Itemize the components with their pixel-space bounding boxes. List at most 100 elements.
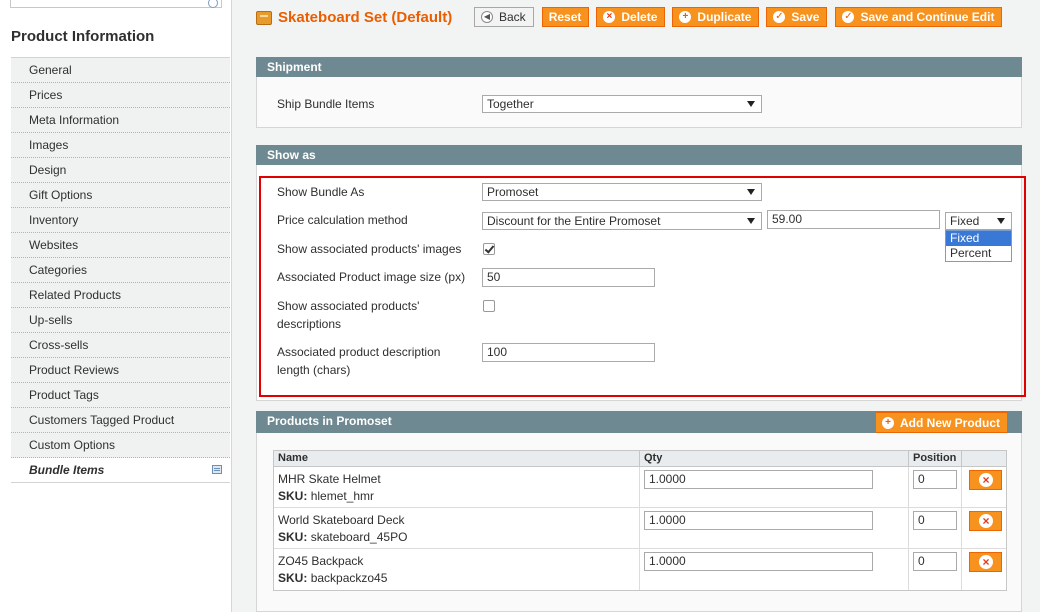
sku-label: SKU: (278, 571, 308, 585)
position-cell: 0 (909, 549, 962, 590)
tab-websites[interactable]: Websites (11, 233, 230, 258)
save-and-continue-button[interactable]: ✓ Save and Continue Edit (835, 7, 1003, 27)
tab-images[interactable]: Images (11, 133, 230, 158)
tab-prices[interactable]: Prices (11, 83, 230, 108)
shipment-section-header: Shipment (256, 57, 1022, 77)
qty-cell: 1.0000 (640, 467, 909, 507)
discount-type-dropdown: Fixed Percent (945, 230, 1012, 262)
column-qty: Qty (640, 451, 909, 466)
duplicate-button[interactable]: + Duplicate (672, 7, 760, 27)
save-button[interactable]: ✓ Save (766, 7, 828, 27)
tab-categories[interactable]: Categories (11, 258, 230, 283)
tab-general[interactable]: General (11, 58, 230, 83)
tab-cross-sells[interactable]: Cross-sells (11, 333, 230, 358)
delete-x-icon: × (603, 11, 616, 23)
plus-icon: + (882, 416, 894, 429)
tab-custom-options[interactable]: Custom Options (11, 433, 230, 458)
show-descriptions-checkbox[interactable] (483, 300, 495, 312)
description-length-label-line2: length (chars) (277, 363, 351, 377)
column-action (962, 451, 1006, 466)
show-descriptions-label-line1: Show associated products' (277, 299, 420, 313)
product-sku: SKU: skateboard_45PO (278, 529, 407, 545)
tab-product-tags[interactable]: Product Tags (11, 383, 230, 408)
ship-bundle-items-label: Ship Bundle Items (277, 97, 375, 111)
plus-icon: + (679, 11, 692, 23)
tab-customers-tagged-product[interactable]: Customers Tagged Product (11, 408, 230, 433)
tab-bundle-items-label: Bundle Items (29, 463, 105, 477)
delete-row-button[interactable] (969, 552, 1002, 572)
tab-up-sells[interactable]: Up-sells (11, 308, 230, 333)
position-input[interactable]: 0 (913, 470, 957, 489)
ship-bundle-items-select[interactable]: Together (482, 95, 762, 113)
chevron-down-icon (997, 218, 1005, 224)
delete-button[interactable]: × Delete (596, 7, 666, 27)
delete-row-button[interactable] (969, 470, 1002, 490)
action-cell (962, 467, 1006, 507)
add-new-product-button[interactable]: + Add New Product (875, 412, 1009, 433)
back-button[interactable]: ◀ Back (474, 7, 534, 27)
qty-cell: 1.0000 (640, 549, 909, 590)
tab-related-products[interactable]: Related Products (11, 283, 230, 308)
image-size-label: Associated Product image size (px) (277, 270, 466, 284)
show-bundle-as-select[interactable]: Promoset (482, 183, 762, 201)
column-position: Position (909, 451, 962, 466)
sidebar-title: Product Information (11, 28, 155, 45)
table-row: ZO45 Backpack SKU: backpackzo45 1.0000 0 (274, 549, 1006, 590)
description-length-input[interactable]: 100 (482, 343, 655, 362)
product-name-cell: MHR Skate Helmet SKU: hlemet_hmr (274, 467, 640, 507)
action-cell (962, 549, 1006, 590)
qty-input[interactable]: 1.0000 (644, 511, 873, 530)
qty-input[interactable]: 1.0000 (644, 552, 873, 571)
image-size-input[interactable]: 50 (482, 268, 655, 287)
tab-gift-options[interactable]: Gift Options (11, 183, 230, 208)
tab-meta-information[interactable]: Meta Information (11, 108, 230, 133)
show-associated-images-label: Show associated products' images (277, 242, 462, 256)
tab-inventory[interactable]: Inventory (11, 208, 230, 233)
qty-cell: 1.0000 (640, 508, 909, 548)
save-and-continue-button-label: Save and Continue Edit (860, 10, 995, 24)
tab-design[interactable]: Design (11, 158, 230, 183)
grid-header: Name Qty Position (274, 451, 1006, 467)
chevron-down-icon (747, 189, 755, 195)
qty-input[interactable]: 1.0000 (644, 470, 873, 489)
add-new-product-label: Add New Product (900, 415, 1001, 430)
sku-value: hlemet_hmr (310, 489, 375, 503)
chevron-down-icon (747, 218, 755, 224)
tab-product-reviews[interactable]: Product Reviews (11, 358, 230, 383)
table-row: World Skateboard Deck SKU: skateboard_45… (274, 508, 1006, 549)
delete-row-button[interactable] (969, 511, 1002, 531)
show-associated-images-checkbox[interactable] (483, 243, 495, 255)
price-calculation-method-select[interactable]: Discount for the Entire Promoset (482, 212, 762, 230)
duplicate-button-label: Duplicate (697, 10, 752, 24)
page-header: Skateboard Set (Default) (256, 9, 452, 26)
discount-type-option-percent[interactable]: Percent (946, 246, 1011, 261)
sku-value: backpackzo45 (310, 571, 388, 585)
product-box-icon (256, 10, 272, 25)
chevron-down-icon (747, 101, 755, 107)
product-name-cell: World Skateboard Deck SKU: skateboard_45… (274, 508, 640, 548)
back-arrow-icon: ◀ (481, 11, 493, 23)
price-amount-input[interactable]: 59.00 (767, 210, 940, 229)
discount-type-select[interactable]: Fixed (945, 212, 1012, 230)
action-cell (962, 508, 1006, 548)
sku-label: SKU: (278, 530, 308, 544)
position-input[interactable]: 0 (913, 511, 957, 530)
position-cell: 0 (909, 467, 962, 507)
position-input[interactable]: 0 (913, 552, 957, 571)
check-icon: ✓ (842, 11, 855, 23)
reset-button-label: Reset (548, 10, 582, 24)
reset-button[interactable]: Reset (541, 7, 590, 27)
product-name: ZO45 Backpack (278, 554, 364, 568)
position-cell: 0 (909, 508, 962, 548)
product-name: World Skateboard Deck (278, 513, 405, 527)
back-button-label: Back (499, 10, 526, 24)
price-calculation-method-label: Price calculation method (277, 213, 408, 227)
discount-type-option-fixed[interactable]: Fixed (946, 231, 1011, 246)
sidebar-search-input[interactable] (10, 0, 222, 8)
description-length-label-line1: Associated product description (277, 345, 441, 359)
tab-bundle-items[interactable]: Bundle Items (11, 458, 230, 483)
toolbar: ◀ Back Reset × Delete + Duplicate ✓ Save… (474, 7, 1003, 27)
price-calculation-method-value: Discount for the Entire Promoset (487, 214, 661, 228)
sku-value: skateboard_45PO (310, 530, 408, 544)
save-button-label: Save (791, 10, 820, 24)
